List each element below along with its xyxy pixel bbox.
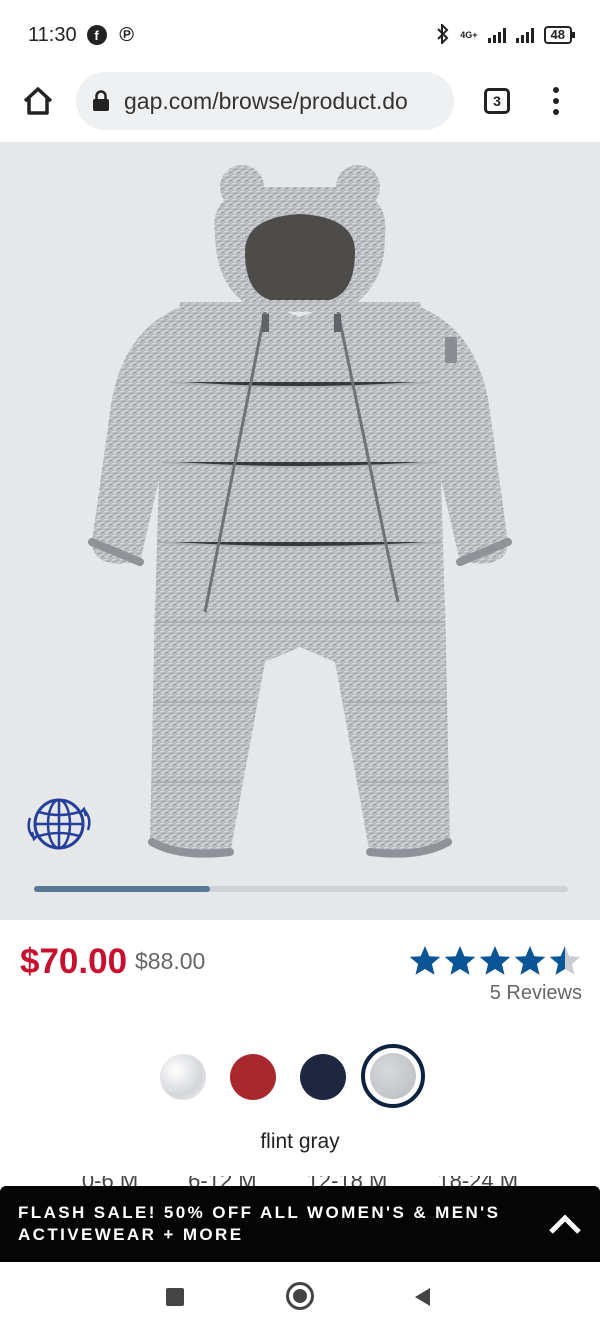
lock-icon [93, 90, 109, 111]
color-swatches [0, 1044, 600, 1108]
swatch-red[interactable] [230, 1054, 276, 1100]
swatch-flint-gray-fill [370, 1053, 416, 1099]
p-app-icon: ℗ [119, 23, 134, 46]
star-icon [444, 946, 476, 975]
reviews-link[interactable]: 5 Reviews [490, 982, 582, 1005]
status-time: 11:30 [28, 23, 77, 46]
chevron-up-icon[interactable] [548, 1213, 582, 1235]
address-bar[interactable]: gap.com/browse/product.do [76, 72, 454, 130]
original-price: $88.00 [135, 948, 206, 974]
facebook-icon: f [86, 25, 107, 45]
home-button[interactable] [18, 81, 58, 121]
signal-icon [487, 27, 506, 43]
overflow-menu-icon[interactable] [550, 87, 562, 115]
star-icon [549, 946, 581, 975]
battery-icon: 48 [543, 26, 576, 44]
tab-switcher-button[interactable]: 3 [484, 88, 510, 114]
flash-sale-text: FLASH SALE! 50% OFF ALL WOMEN'S & MEN'S … [18, 1203, 501, 1244]
star-icon [479, 946, 511, 975]
status-bar: 11:30 f ℗ 4G+ 48 [0, 0, 600, 70]
price-rating-row: $70.00 $88.00 5 Reviews [0, 930, 600, 1020]
signal-icon-2 [515, 27, 534, 43]
star-icon [409, 946, 441, 975]
swatch-navy[interactable] [300, 1054, 346, 1100]
swatch-flint-gray[interactable] [361, 1044, 425, 1108]
sale-price: $70.00 [20, 942, 128, 981]
selected-color-name: flint gray [260, 1130, 340, 1153]
flash-sale-banner[interactable]: FLASH SALE! 50% OFF ALL WOMEN'S & MEN'S … [0, 1186, 600, 1262]
url-text[interactable]: gap.com/browse/product.do [124, 88, 408, 115]
browser-toolbar: gap.com/browse/product.do 3 [0, 70, 600, 132]
star-rating[interactable] [408, 944, 583, 978]
home-nav-button[interactable] [286, 1282, 314, 1310]
bluetooth-icon [436, 22, 450, 47]
home-icon [23, 87, 53, 115]
network-type: 4G+ [460, 30, 478, 40]
gallery-progress-track [34, 886, 568, 892]
product-image-gallery[interactable] [0, 142, 600, 920]
system-nav-bar [0, 1262, 600, 1332]
gallery-progress-fill [34, 886, 211, 892]
globe-360-button[interactable] [24, 792, 94, 856]
star-icon [514, 946, 546, 975]
swatch-white-marble[interactable] [160, 1054, 206, 1100]
back-icon[interactable] [412, 1286, 432, 1308]
recents-button[interactable] [166, 1288, 184, 1306]
globe-icon [27, 798, 91, 850]
